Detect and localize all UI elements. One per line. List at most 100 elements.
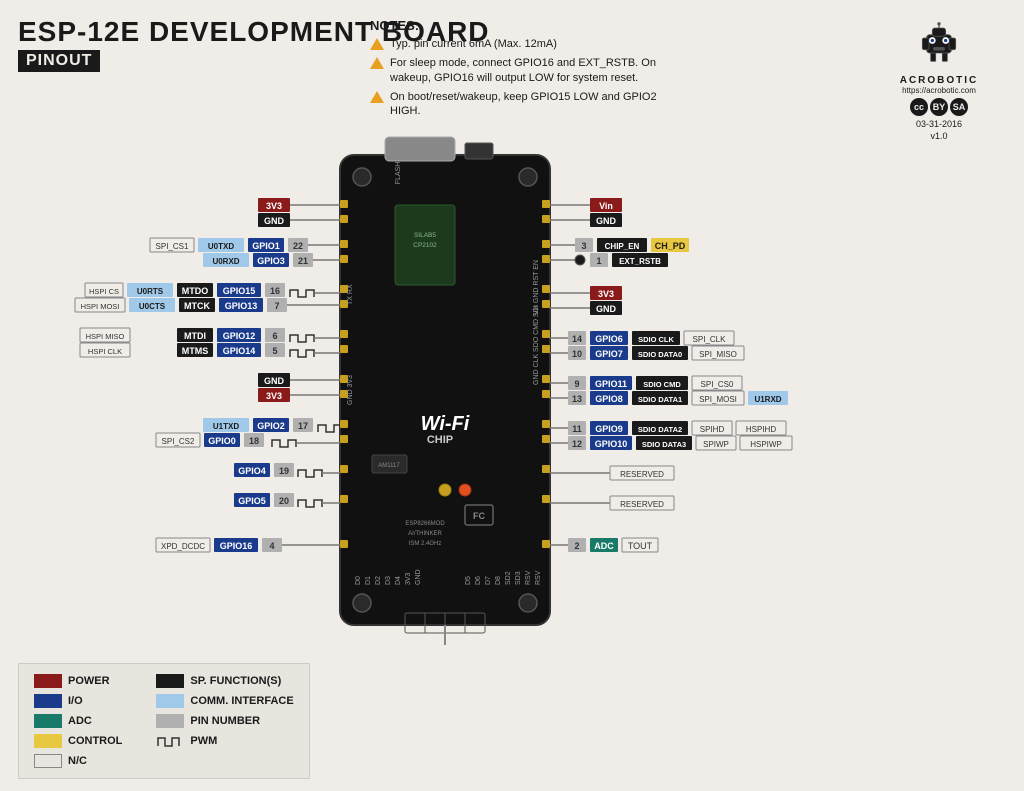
legend-io: I/O bbox=[34, 694, 122, 708]
svg-text:11: 11 bbox=[572, 424, 582, 434]
svg-text:GPIO14: GPIO14 bbox=[223, 346, 256, 356]
svg-text:SPI_CS2: SPI_CS2 bbox=[162, 437, 195, 446]
svg-text:GPIO3: GPIO3 bbox=[257, 256, 285, 266]
svg-text:16: 16 bbox=[270, 286, 280, 296]
svg-text:GPIO15: GPIO15 bbox=[223, 286, 256, 296]
note-2: For sleep mode, connect GPIO16 and EXT_R… bbox=[370, 56, 670, 85]
legend-col-2: SP. FUNCTION(S) COMM. INTERFACE PIN NUMB… bbox=[156, 674, 293, 768]
svg-text:Vin GND RST EN: Vin GND RST EN bbox=[533, 260, 540, 315]
svg-text:FLASH: FLASH bbox=[395, 162, 402, 185]
svg-text:GPIO0: GPIO0 bbox=[208, 436, 236, 446]
svg-text:U0RXD: U0RXD bbox=[212, 257, 239, 266]
legend-spfunc-box bbox=[156, 674, 184, 688]
svg-text:D0: D0 bbox=[355, 576, 362, 585]
svg-text:14: 14 bbox=[572, 334, 582, 344]
svg-text:D2: D2 bbox=[375, 576, 382, 585]
svg-text:Vin: Vin bbox=[599, 201, 613, 211]
svg-text:GPIO9: GPIO9 bbox=[595, 424, 623, 434]
svg-text:3: 3 bbox=[581, 241, 586, 251]
svg-text:U0CTS: U0CTS bbox=[139, 302, 166, 311]
legend-adc: ADC bbox=[34, 714, 122, 728]
svg-text:GPIO5: GPIO5 bbox=[238, 496, 266, 506]
svg-text:ADC: ADC bbox=[594, 541, 614, 551]
svg-text:GPIO8: GPIO8 bbox=[595, 394, 623, 404]
svg-text:GPIO12: GPIO12 bbox=[223, 331, 256, 341]
svg-text:SPI_CLK: SPI_CLK bbox=[693, 335, 727, 344]
notes-title: NOTES: bbox=[370, 18, 670, 33]
svg-text:GND CLK SDO CMD SDI: GND CLK SDO CMD SDI bbox=[533, 305, 540, 385]
svg-text:SDIO DATA0: SDIO DATA0 bbox=[638, 350, 682, 359]
svg-text:RESERVED: RESERVED bbox=[620, 470, 664, 479]
svg-text:SDIO CMD: SDIO CMD bbox=[643, 380, 681, 389]
svg-text:SILAB5: SILAB5 bbox=[414, 232, 436, 239]
svg-text:GPIO6: GPIO6 bbox=[595, 334, 623, 344]
svg-text:6: 6 bbox=[272, 331, 277, 341]
svg-text:D4: D4 bbox=[395, 576, 402, 585]
svg-text:GND: GND bbox=[415, 569, 422, 585]
svg-text:SDIO DATA2: SDIO DATA2 bbox=[638, 425, 682, 434]
svg-text:MTDI: MTDI bbox=[184, 331, 206, 341]
svg-text:GND 3V3: GND 3V3 bbox=[347, 375, 354, 405]
svg-text:21: 21 bbox=[298, 256, 308, 266]
svg-text:GPIO1: GPIO1 bbox=[252, 241, 280, 251]
svg-text:GND: GND bbox=[596, 216, 617, 226]
warning-triangle-1 bbox=[370, 38, 384, 50]
svg-text:AM1117: AM1117 bbox=[378, 463, 400, 469]
legend-io-box bbox=[34, 694, 62, 708]
svg-text:XPD_DCDC: XPD_DCDC bbox=[161, 542, 205, 551]
svg-text:Wi-Fi: Wi-Fi bbox=[421, 413, 470, 435]
svg-text:3V3: 3V3 bbox=[266, 201, 282, 211]
svg-text:22: 22 bbox=[293, 241, 303, 251]
svg-text:SDIO CLK: SDIO CLK bbox=[638, 335, 674, 344]
svg-text:AI/THINKER: AI/THINKER bbox=[408, 531, 442, 537]
svg-text:HSPI MISO: HSPI MISO bbox=[86, 332, 125, 341]
svg-text:4: 4 bbox=[269, 541, 274, 551]
pwm-wave-icon bbox=[156, 734, 184, 748]
svg-text:3V3: 3V3 bbox=[266, 391, 282, 401]
legend: POWER I/O ADC CONTROL N/C SP. FUNC bbox=[18, 663, 310, 779]
svg-text:U0RTS: U0RTS bbox=[137, 287, 164, 296]
svg-text:SD2: SD2 bbox=[505, 571, 512, 585]
svg-text:GPIO4: GPIO4 bbox=[238, 466, 266, 476]
notes-section: NOTES: Typ. pin current 6mA (Max. 12mA) … bbox=[370, 18, 670, 123]
svg-text:HSPIWP: HSPIWP bbox=[750, 440, 782, 449]
svg-text:1: 1 bbox=[596, 256, 601, 266]
cc-icon: cc bbox=[910, 98, 928, 116]
legend-col-1: POWER I/O ADC CONTROL N/C bbox=[34, 674, 122, 768]
svg-text:RESERVED: RESERVED bbox=[620, 500, 664, 509]
svg-text:MTDO: MTDO bbox=[182, 286, 209, 296]
warning-triangle-2 bbox=[370, 57, 384, 69]
svg-text:RSV: RSV bbox=[525, 570, 532, 585]
legend-power-box bbox=[34, 674, 62, 688]
legend-nc: N/C bbox=[34, 754, 122, 768]
warning-triangle-3 bbox=[370, 91, 384, 103]
legend-pwm: PWM bbox=[156, 734, 293, 748]
svg-text:SPI_CS0: SPI_CS0 bbox=[701, 380, 734, 389]
svg-text:ESP8266MOD: ESP8266MOD bbox=[405, 521, 445, 527]
svg-text:SPI_MISO: SPI_MISO bbox=[699, 350, 737, 359]
svg-text:D1: D1 bbox=[365, 576, 372, 585]
brand-name: ACROBOTIC bbox=[874, 75, 1004, 86]
svg-text:GPIO7: GPIO7 bbox=[595, 349, 623, 359]
svg-text:MTCK: MTCK bbox=[184, 301, 210, 311]
svg-text:SDIO DATA3: SDIO DATA3 bbox=[642, 440, 686, 449]
svg-text:D6: D6 bbox=[475, 576, 482, 585]
svg-text:19: 19 bbox=[279, 466, 289, 476]
svg-text:HSPI MOSI: HSPI MOSI bbox=[81, 302, 120, 311]
legend-spfunc: SP. FUNCTION(S) bbox=[156, 674, 293, 688]
svg-text:20: 20 bbox=[279, 496, 289, 506]
pinout-badge: PINOUT bbox=[18, 50, 100, 72]
svg-text:HSPIHD: HSPIHD bbox=[746, 425, 776, 434]
svg-text:GND: GND bbox=[264, 216, 285, 226]
svg-text:U1TXD: U1TXD bbox=[213, 422, 239, 431]
note-1: Typ. pin current 6mA (Max. 12mA) bbox=[370, 37, 670, 51]
svg-text:5: 5 bbox=[272, 346, 277, 356]
note-3: On boot/reset/wakeup, keep GPIO15 LOW an… bbox=[370, 90, 670, 119]
svg-text:18: 18 bbox=[249, 436, 259, 446]
svg-text:3V3: 3V3 bbox=[405, 572, 412, 585]
svg-text:SD3: SD3 bbox=[515, 571, 522, 585]
svg-text:SPI_CS1: SPI_CS1 bbox=[156, 242, 189, 251]
legend-nc-box bbox=[34, 754, 62, 768]
svg-text:13: 13 bbox=[572, 394, 582, 404]
legend-control-box bbox=[34, 734, 62, 748]
